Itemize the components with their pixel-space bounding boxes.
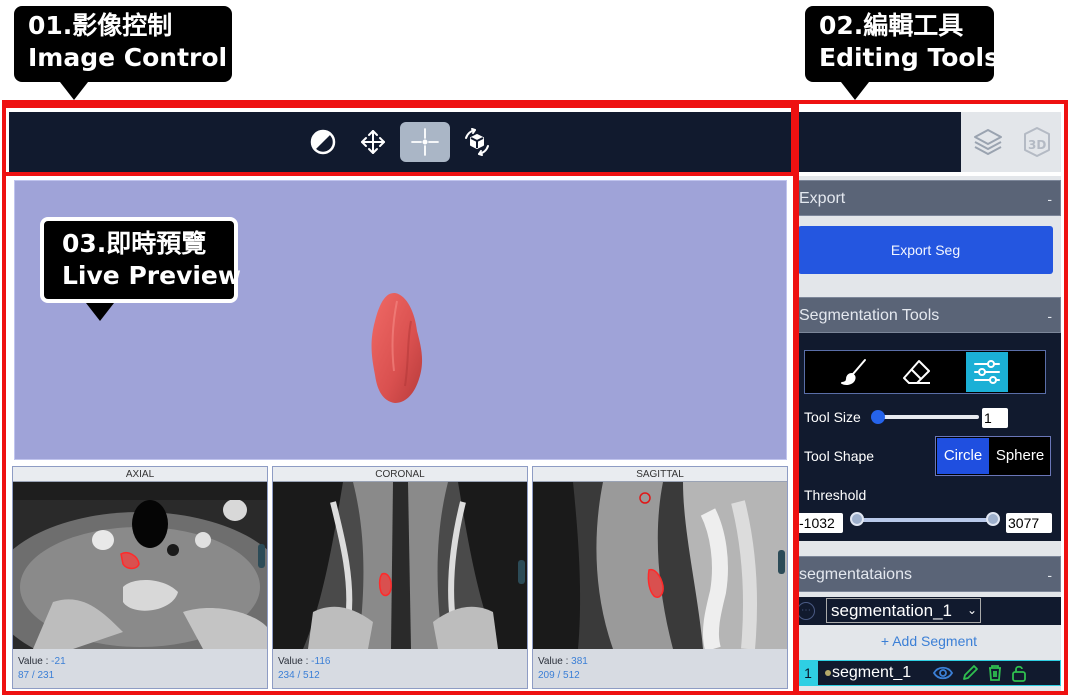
threshold-label: Threshold (804, 487, 867, 503)
viewport-info: Value : 381 209 / 512 (533, 649, 787, 683)
editing-panel: Export - Export Seg Segmentation Tools - (797, 176, 1061, 691)
eraser-icon (903, 360, 930, 384)
slice-scroll-handle[interactable] (518, 560, 525, 584)
callout-live-preview: 03.即時預覽 Live Preview (40, 217, 241, 321)
layers-icon (974, 129, 1002, 155)
pan-tool-button[interactable] (349, 122, 397, 162)
viewport-info: Value : -21 87 / 231 (13, 649, 267, 683)
contrast-tool-button[interactable] (299, 122, 347, 162)
svg-text:3D: 3D (1028, 138, 1046, 152)
segmentations-body: ⋯ segmentation_1 ⌄ + Add Segment 1 segme… (797, 597, 1061, 691)
slice-scroll-handle[interactable] (778, 550, 785, 574)
3d-view-icon: 3D (1024, 127, 1050, 157)
pixel-value: -21 (51, 656, 66, 667)
callout-image-control: 01.影像控制 Image Control (14, 6, 232, 100)
pixel-value: -116 (311, 656, 331, 667)
coronal-ct-image[interactable] (273, 482, 527, 649)
segment-list-item[interactable]: 1 segment_1 (797, 660, 1061, 686)
collapse-toggle[interactable]: - (1047, 557, 1052, 593)
shape-circle-button[interactable]: Circle (937, 438, 989, 474)
segment-index: 1 (798, 661, 818, 685)
callout-title-en: Image Control (28, 43, 228, 72)
shape-sphere-button[interactable]: Sphere (990, 438, 1050, 474)
pixel-value: 381 (571, 656, 588, 667)
threshold-max-knob[interactable] (986, 512, 1000, 526)
viewport-title: AXIAL (13, 467, 267, 482)
threshold-min-input[interactable]: -1032 (797, 513, 843, 533)
viewport-title: CORONAL (273, 467, 527, 482)
editing-tabs: 3D (961, 112, 1061, 172)
brush-tool-button[interactable] (833, 352, 875, 392)
tool-shape-label: Tool Shape (804, 448, 875, 464)
crosshair-icon (411, 128, 439, 156)
image-control-toolbar (9, 112, 961, 172)
segmentation-select-row: ⋯ segmentation_1 ⌄ (797, 597, 1061, 625)
callout-title-en: Editing Tools (819, 43, 999, 72)
export-section-header[interactable]: Export - (797, 180, 1061, 216)
lock-icon[interactable] (1011, 664, 1027, 682)
contrast-icon (310, 129, 336, 155)
tool-size-label: Tool Size (804, 409, 861, 425)
callout-title-cn: 01.影像控制 (28, 11, 173, 40)
delete-trash-icon[interactable] (987, 664, 1003, 682)
eye-icon[interactable] (933, 664, 953, 682)
segmentations-header[interactable]: segmentataions - (797, 556, 1061, 592)
tab-layers[interactable] (968, 122, 1008, 162)
segmentation-options-icon[interactable]: ⋯ (797, 602, 815, 620)
segmentation-tools-body: Tool Size 1 Tool Shape Circle Sphere Thr… (797, 333, 1061, 541)
brush-icon (841, 359, 866, 385)
rotate-3d-icon (465, 128, 489, 156)
viewport-sagittal[interactable]: SAGITTAL Value : 381 209 / 512 (532, 466, 788, 689)
crosshair-tool-button[interactable] (400, 122, 450, 162)
slice-scroll-handle[interactable] (258, 544, 265, 568)
threshold-settings-icon (974, 360, 1000, 384)
viewport-info: Value : -116 234 / 512 (273, 649, 527, 683)
add-segment-button[interactable]: + Add Segment (797, 633, 1061, 649)
callout-title-cn: 03.即時預覽 (62, 229, 207, 258)
section-title: Export (799, 190, 846, 207)
threshold-range-slider[interactable] (857, 518, 993, 522)
segmentation-tools-header[interactable]: Segmentation Tools - (797, 297, 1061, 333)
export-seg-button[interactable]: Export Seg (798, 226, 1053, 274)
tab-3d-view[interactable]: 3D (1017, 122, 1057, 162)
segmentation-3d-model (371, 292, 423, 403)
threshold-max-input[interactable]: 3077 (1006, 513, 1052, 533)
segmentation-select[interactable]: segmentation_1 ⌄ (826, 598, 981, 623)
viewport-title: SAGITTAL (533, 467, 787, 482)
pan-move-icon (361, 130, 385, 154)
edit-pencil-icon[interactable] (961, 664, 979, 682)
threshold-min-knob[interactable] (850, 512, 864, 526)
callout-editing-tools: 02.編輯工具 Editing Tools (805, 6, 999, 100)
section-title: segmentataions (799, 566, 912, 583)
sagittal-ct-image[interactable] (533, 482, 787, 649)
app-root: 01.影像控制 Image Control 02.編輯工具 Editing To… (0, 0, 1071, 697)
axial-ct-image[interactable] (13, 482, 267, 649)
rotate-3d-tool-button[interactable] (453, 122, 501, 162)
tool-size-input[interactable]: 1 (982, 408, 1008, 428)
viewport-coronal[interactable]: CORONAL Value : -116 234 / 512 (272, 466, 528, 689)
segment-color-dot (825, 670, 831, 676)
slice-index: 87 / 231 (18, 670, 55, 681)
callout-title-cn: 02.編輯工具 (819, 11, 964, 40)
slice-index: 234 / 512 (278, 670, 320, 681)
segment-actions (933, 664, 1027, 682)
tool-size-slider[interactable] (875, 415, 979, 419)
callout-title-en: Live Preview (62, 261, 241, 290)
threshold-tool-button[interactable] (966, 352, 1008, 392)
section-title: Segmentation Tools (799, 307, 940, 324)
viewport-axial[interactable]: AXIAL Value : -21 87 / 231 (12, 466, 268, 689)
collapse-toggle[interactable]: - (1047, 181, 1052, 217)
segment-name: segment_1 (832, 664, 912, 681)
tool-shape-toggle: Circle Sphere (935, 436, 1051, 476)
segmentation-tool-group (804, 350, 1046, 394)
slice-index: 209 / 512 (538, 670, 580, 681)
eraser-tool-button[interactable] (896, 352, 938, 392)
collapse-toggle[interactable]: - (1047, 298, 1052, 334)
chevron-down-icon: ⌄ (966, 603, 977, 617)
tool-size-slider-knob[interactable] (871, 410, 885, 424)
